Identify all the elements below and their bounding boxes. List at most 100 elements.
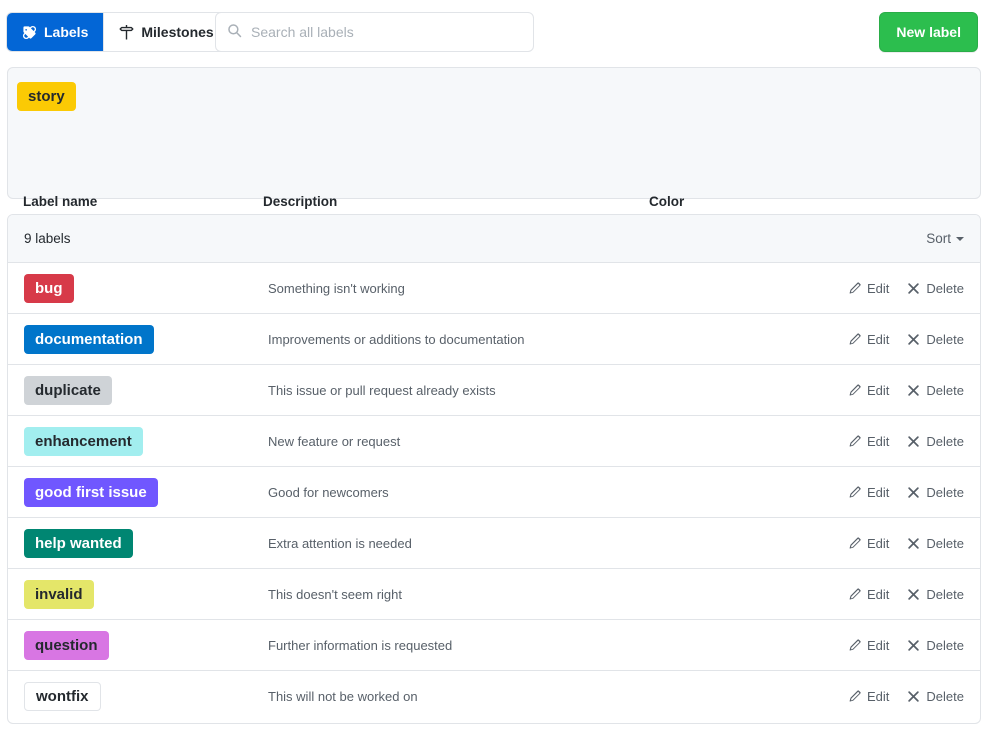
tab-milestones-text: Milestones — [141, 24, 213, 40]
edit-label-button[interactable]: Edit — [848, 434, 889, 449]
label-actions: Edit Delete — [816, 383, 964, 398]
label-description: This issue or pull request already exist… — [268, 383, 816, 398]
edit-label-button[interactable]: Edit — [848, 332, 889, 347]
label-badge-cell: good first issue — [8, 478, 268, 507]
table-row: bug Something isn't working Edit Delete — [8, 263, 980, 314]
color-field-label: Color — [649, 194, 684, 209]
label-actions: Edit Delete — [816, 536, 964, 551]
pencil-icon — [848, 690, 861, 703]
delete-label-button[interactable]: Delete — [907, 332, 964, 347]
label-description: New feature or request — [268, 434, 816, 449]
delete-label-button[interactable]: Delete — [907, 689, 964, 704]
delete-label-button[interactable]: Delete — [907, 638, 964, 653]
pencil-icon — [848, 384, 861, 397]
search-box[interactable] — [215, 12, 534, 52]
label-description: Improvements or additions to documentati… — [268, 332, 816, 347]
edit-label-text: Edit — [867, 383, 889, 398]
label-actions: Edit Delete — [816, 689, 964, 704]
edit-label-button[interactable]: Edit — [848, 689, 889, 704]
edit-label-button[interactable]: Edit — [848, 587, 889, 602]
tab-milestones[interactable]: Milestones — [103, 13, 228, 51]
label-description: Something isn't working — [268, 281, 816, 296]
pencil-icon — [848, 537, 861, 550]
sort-label: Sort — [926, 231, 951, 246]
x-icon — [907, 588, 920, 601]
label-badge[interactable]: good first issue — [24, 478, 158, 507]
delete-label-text: Delete — [926, 536, 964, 551]
label-badge-cell: documentation — [8, 325, 268, 354]
table-row: good first issue Good for newcomers Edit De… — [8, 467, 980, 518]
edit-label-button[interactable]: Edit — [848, 536, 889, 551]
label-actions: Edit Delete — [816, 434, 964, 449]
table-row: question Further information is requested… — [8, 620, 980, 671]
pencil-icon — [848, 333, 861, 346]
label-description: Further information is requested — [268, 638, 816, 653]
tab-labels[interactable]: Labels — [7, 13, 103, 51]
delete-label-text: Delete — [926, 587, 964, 602]
edit-label-text: Edit — [867, 638, 889, 653]
delete-label-text: Delete — [926, 434, 964, 449]
label-badge-cell: wontfix — [8, 682, 268, 711]
table-row: enhancement New feature or request Edit Del… — [8, 416, 980, 467]
new-label-button[interactable]: New label — [879, 12, 978, 52]
label-badge[interactable]: bug — [24, 274, 74, 303]
delete-label-button[interactable]: Delete — [907, 434, 964, 449]
labels-list-header: 9 labels Sort — [8, 215, 980, 263]
delete-label-text: Delete — [926, 689, 964, 704]
label-badge[interactable]: invalid — [24, 580, 94, 609]
tab-labels-text: Labels — [44, 24, 88, 40]
edit-label-text: Edit — [867, 485, 889, 500]
search-input[interactable] — [251, 24, 522, 40]
pencil-icon — [848, 639, 861, 652]
pencil-icon — [848, 486, 861, 499]
x-icon — [907, 333, 920, 346]
edit-label-button[interactable]: Edit — [848, 485, 889, 500]
x-icon — [907, 384, 920, 397]
label-preview-badge: story — [17, 82, 76, 111]
edit-label-text: Edit — [867, 281, 889, 296]
label-description: This doesn't seem right — [268, 587, 816, 602]
milestone-icon — [119, 25, 134, 40]
edit-label-text: Edit — [867, 332, 889, 347]
label-badge-cell: duplicate — [8, 376, 268, 405]
label-badge[interactable]: duplicate — [24, 376, 112, 405]
label-actions: Edit Delete — [816, 587, 964, 602]
delete-label-button[interactable]: Delete — [907, 383, 964, 398]
labels-rows: bugSomething isn't workingEditDeletedocu… — [8, 263, 980, 722]
sort-dropdown[interactable]: Sort — [926, 231, 964, 246]
x-icon — [907, 282, 920, 295]
delete-label-button[interactable]: Delete — [907, 485, 964, 500]
delete-label-text: Delete — [926, 638, 964, 653]
label-badge[interactable]: wontfix — [24, 682, 101, 711]
label-description: Good for newcomers — [268, 485, 816, 500]
edit-label-button[interactable]: Edit — [848, 383, 889, 398]
label-badge[interactable]: question — [24, 631, 109, 660]
pencil-icon — [848, 435, 861, 448]
table-row: invalid This doesn't seem right Edit Delete — [8, 569, 980, 620]
delete-label-button[interactable]: Delete — [907, 587, 964, 602]
edit-label-button[interactable]: Edit — [848, 638, 889, 653]
label-badge[interactable]: documentation — [24, 325, 154, 354]
tag-icon — [22, 25, 37, 40]
x-icon — [907, 537, 920, 550]
delete-label-text: Delete — [926, 281, 964, 296]
label-badge-cell: bug — [8, 274, 268, 303]
label-description: This will not be worked on — [268, 689, 816, 704]
label-actions: Edit Delete — [816, 332, 964, 347]
table-row: documentation Improvements or additions t… — [8, 314, 980, 365]
table-row: duplicate This issue or pull request alre… — [8, 365, 980, 416]
edit-label-button[interactable]: Edit — [848, 281, 889, 296]
page-toolbar: Labels Milestones New label — [0, 12, 988, 54]
x-icon — [907, 639, 920, 652]
label-actions: Edit Delete — [816, 281, 964, 296]
label-actions: Edit Delete — [816, 638, 964, 653]
table-row: help wantedExtra attention is neededEdit… — [8, 518, 980, 569]
label-badge[interactable]: enhancement — [24, 427, 143, 456]
delete-label-button[interactable]: Delete — [907, 281, 964, 296]
delete-label-text: Delete — [926, 383, 964, 398]
edit-label-text: Edit — [867, 689, 889, 704]
delete-label-button[interactable]: Delete — [907, 536, 964, 551]
labels-list: 9 labels Sort bug Something isn't working… — [7, 214, 981, 724]
edit-label-text: Edit — [867, 536, 889, 551]
label-badge[interactable]: help wanted — [24, 529, 133, 558]
